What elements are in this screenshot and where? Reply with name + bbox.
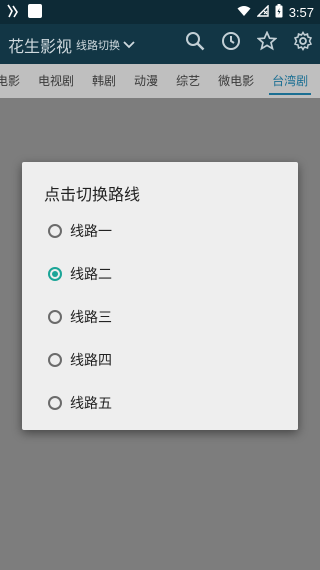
route-options: 线路一 线路二 线路三 线路四 线路五 xyxy=(48,209,112,424)
chevron-down-icon xyxy=(123,39,135,52)
radio-button[interactable] xyxy=(48,309,62,324)
route-option-label: 线路五 xyxy=(70,395,112,412)
route-option-3[interactable]: 线路三 xyxy=(48,295,112,338)
category-tabs: 电影 电视剧 韩剧 动漫 综艺 微电影 台湾剧 xyxy=(0,64,320,98)
status-bar: 3:57 xyxy=(0,0,320,24)
route-option-label: 线路三 xyxy=(70,309,112,326)
notification-icon xyxy=(6,3,20,19)
tab-movie[interactable]: 电影 xyxy=(0,64,29,98)
route-option-label: 线路一 xyxy=(70,223,112,240)
radio-button[interactable] xyxy=(48,223,62,238)
wifi-icon xyxy=(237,5,251,20)
route-option-label: 线路四 xyxy=(70,352,112,369)
battery-icon xyxy=(275,4,283,21)
app-title: 花生影视 xyxy=(8,37,73,56)
route-option-2[interactable]: 线路二 xyxy=(48,252,112,295)
history-icon[interactable] xyxy=(220,30,242,52)
route-switch-dialog: 点击切换路线 线路一 线路二 线路三 线路四 线路五 xyxy=(22,162,298,430)
route-option-5[interactable]: 线路五 xyxy=(48,381,112,424)
route-switch-label: 线路切换 xyxy=(76,39,120,52)
radio-button-checked[interactable] xyxy=(48,266,62,281)
radio-button[interactable] xyxy=(48,395,62,410)
search-icon[interactable] xyxy=(184,30,206,52)
route-option-label: 线路二 xyxy=(70,266,112,283)
clock: 3:57 xyxy=(288,5,314,20)
tab-variety[interactable]: 综艺 xyxy=(167,64,209,98)
route-option-4[interactable]: 线路四 xyxy=(48,338,112,381)
star-icon[interactable] xyxy=(256,30,278,52)
tab-anime[interactable]: 动漫 xyxy=(125,64,167,98)
tab-taiwan-drama[interactable]: 台湾剧 xyxy=(263,64,317,98)
no-signal-icon xyxy=(255,4,269,20)
dialog-title: 点击切换路线 xyxy=(44,185,141,204)
route-option-1[interactable]: 线路一 xyxy=(48,209,112,252)
gear-icon[interactable] xyxy=(292,30,314,52)
tab-tv-series[interactable]: 电视剧 xyxy=(29,64,83,98)
tab-korean-drama[interactable]: 韩剧 xyxy=(83,64,125,98)
app-notification-icon xyxy=(28,4,42,18)
app-bar: 花生影视 线路切换 xyxy=(0,24,320,64)
radio-button[interactable] xyxy=(48,352,62,367)
tab-micro-film[interactable]: 微电影 xyxy=(209,64,263,98)
route-switch-dropdown[interactable]: 线路切换 xyxy=(76,37,135,53)
